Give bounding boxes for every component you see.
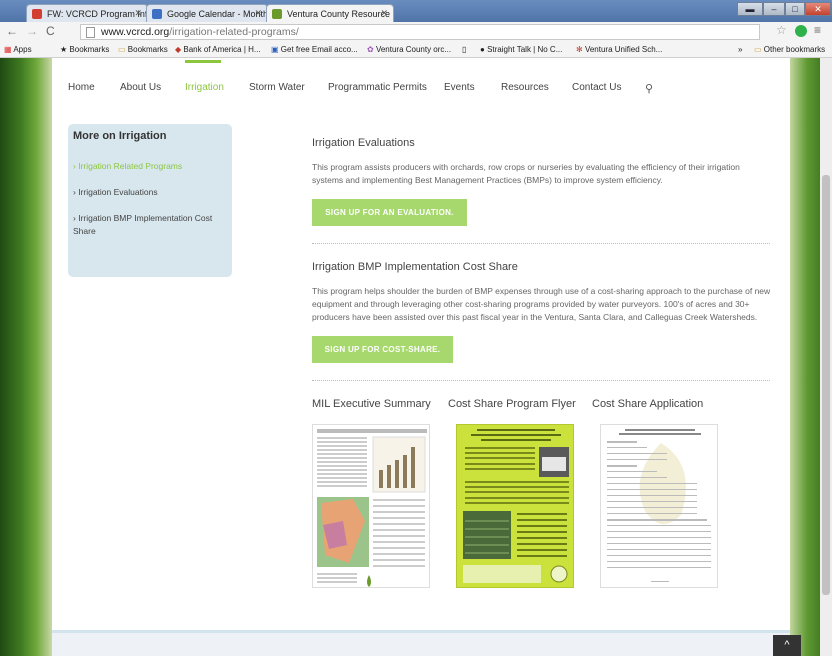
doc-title[interactable]: MIL Executive Summary	[312, 398, 431, 410]
other-bookmarks[interactable]: ▭ Other bookmarks	[754, 45, 825, 54]
mil-summary-thumbnail[interactable]	[312, 424, 430, 588]
sidebar-item-irrigation-evaluations[interactable]: › Irrigation Evaluations	[73, 186, 223, 199]
doc-title[interactable]: Cost Share Program Flyer	[448, 398, 576, 410]
star-icon[interactable]: ☆	[776, 23, 787, 37]
bookmark-item[interactable]: ▯	[462, 45, 466, 54]
bookmark-item[interactable]: ▣ Get free Email acco...	[271, 45, 358, 54]
star-icon: ★	[60, 45, 70, 54]
bookmark-item[interactable]: ✻ Ventura Unified Sch...	[576, 45, 662, 54]
nav-resources[interactable]: Resources	[501, 82, 549, 93]
url-path: /irrigation-related-programs/	[169, 26, 299, 38]
folder-icon: ▭	[118, 45, 128, 54]
section-body: This program assists producers with orch…	[312, 162, 740, 185]
section-body: This program helps shoulder the burden o…	[312, 286, 771, 322]
cost-share-application-thumbnail[interactable]	[600, 424, 718, 588]
school-icon: ✻	[576, 45, 585, 54]
user-profile-icon[interactable]: ▬	[737, 2, 763, 16]
document-preview-image	[463, 429, 569, 583]
page-icon	[86, 27, 95, 38]
bookmark-folder[interactable]: ▭ Bookmarks	[118, 45, 168, 54]
extension-icon[interactable]	[795, 25, 807, 37]
sidebar-title: More on Irrigation	[73, 130, 167, 142]
bookmark-item[interactable]: ✿ Ventura County orc...	[367, 45, 451, 54]
back-icon[interactable]: ←	[6, 24, 18, 38]
window-close-icon[interactable]: ✕	[805, 2, 831, 16]
section-title: Irrigation BMP Implementation Cost Share	[312, 261, 518, 273]
url-host: www.vcrcd.org	[101, 26, 170, 38]
nav-storm-water[interactable]: Storm Water	[249, 82, 305, 93]
document-preview-image	[317, 429, 427, 587]
calendar-icon	[152, 9, 162, 19]
tab-label: Ventura County Resource	[287, 9, 391, 19]
cost-share-signup-button[interactable]: SIGN UP FOR COST-SHARE.	[312, 336, 453, 363]
mail-icon: ▣	[271, 45, 281, 54]
close-icon[interactable]: ✕	[254, 8, 262, 19]
close-icon[interactable]: ✕	[134, 8, 142, 19]
tab-calendar[interactable]: Google Calendar - Month ✕	[146, 4, 268, 22]
section-title: Irrigation Evaluations	[312, 137, 415, 149]
minimize-icon[interactable]: –	[763, 2, 785, 16]
search-icon[interactable]: ⚲	[645, 82, 653, 95]
menu-icon[interactable]: ≡	[814, 23, 821, 37]
chat-icon: ●	[480, 45, 488, 54]
bookmark-item[interactable]: ★ Bookmarks	[60, 45, 109, 54]
footer-band	[52, 630, 790, 656]
bookmarks-overflow[interactable]: »	[738, 45, 742, 54]
forward-icon[interactable]: →	[26, 24, 38, 38]
bookmark-apps[interactable]: ▦ Apps	[4, 45, 32, 54]
leaf-icon	[272, 9, 282, 19]
maximize-icon[interactable]: □	[785, 2, 805, 16]
flower-icon: ✿	[367, 45, 376, 54]
cost-share-flyer-thumbnail[interactable]	[456, 424, 574, 588]
bookmark-item[interactable]: ◆ Bank of America | H...	[175, 45, 261, 54]
bookmarks-bar: ▦ Apps ★ Bookmarks ▭ Bookmarks ◆ Bank of…	[0, 42, 832, 58]
bookmark-item[interactable]: ● Straight Talk | No C...	[480, 45, 562, 54]
nav-irrigation[interactable]: Irrigation	[185, 82, 224, 93]
apps-icon: ▦	[4, 45, 14, 54]
background-plants-left	[0, 58, 52, 656]
scrollbar-thumb[interactable]	[822, 175, 830, 595]
reload-icon[interactable]: C	[46, 24, 55, 38]
tab-gmail[interactable]: FW: VCRCD Program Infor ✕	[26, 4, 148, 22]
nav-about-us[interactable]: About Us	[120, 82, 161, 93]
doc-title[interactable]: Cost Share Application	[592, 398, 703, 410]
document-preview-image	[607, 429, 711, 582]
divider	[312, 380, 770, 381]
gmail-icon	[32, 9, 42, 19]
divider	[312, 243, 770, 244]
tab-label: FW: VCRCD Program Infor	[47, 9, 148, 19]
nav-contact-us[interactable]: Contact Us	[572, 82, 621, 93]
sidebar-item-bmp-cost-share[interactable]: › Irrigation BMP Implementation Cost Sha…	[73, 212, 223, 238]
scroll-to-top-button[interactable]: ^	[773, 635, 801, 656]
address-input[interactable]: www.vcrcd.org/irrigation-related-program…	[80, 24, 760, 40]
nav-programmatic-permits[interactable]: Programmatic Permits	[328, 82, 427, 93]
tab-label: Google Calendar - Month	[167, 9, 268, 19]
close-icon[interactable]: ✕	[380, 8, 388, 19]
page-icon: ▯	[462, 45, 467, 54]
evaluation-signup-button[interactable]: SIGN UP FOR AN EVALUATION.	[312, 199, 467, 226]
nav-home[interactable]: Home	[68, 82, 95, 93]
sidebar	[68, 124, 232, 277]
sidebar-item-irrigation-related-programs[interactable]: › Irrigation Related Programs	[73, 160, 223, 173]
nav-active-indicator	[185, 60, 221, 63]
tab-vcrcd[interactable]: Ventura County Resource ✕	[266, 4, 394, 23]
nav-events[interactable]: Events	[444, 82, 475, 93]
folder-icon: ▭	[754, 45, 764, 54]
